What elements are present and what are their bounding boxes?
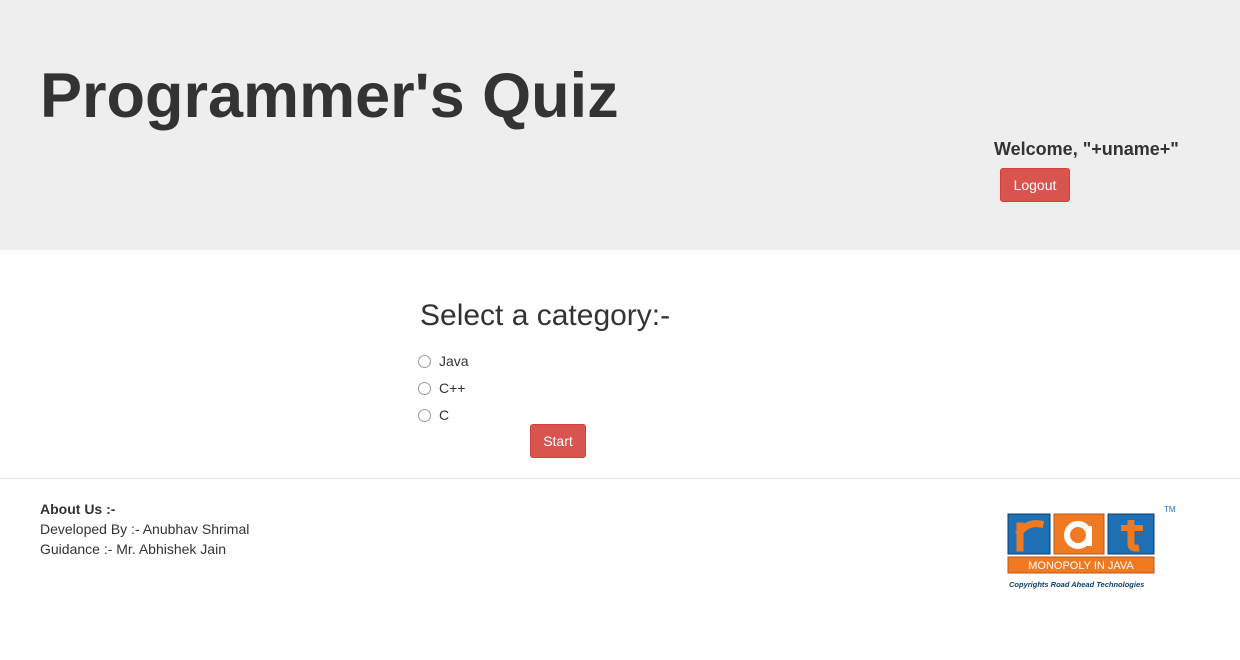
header-jumbotron: Programmer's Quiz Welcome, "+uname+" Log…	[0, 0, 1240, 250]
welcome-message: Welcome, "+uname+"	[994, 139, 1179, 159]
developer-credit: Developed By :- Anubhav Shrimal	[40, 521, 250, 537]
radio-c[interactable]	[418, 408, 431, 422]
rat-logo-graphic: MONOPOLY IN JAVA Copyrights Road Ahead T…	[1007, 505, 1176, 589]
start-button[interactable]: Start	[530, 424, 586, 458]
logo-copyright: Copyrights Road Ahead Technologies	[1009, 580, 1144, 589]
footer-divider	[0, 478, 1240, 479]
radio-cpp[interactable]	[418, 381, 431, 395]
page-title: Programmer's Quiz	[40, 61, 619, 131]
about-us-title: About Us :-	[40, 501, 116, 517]
category-option-c[interactable]: C	[418, 405, 449, 425]
guidance-credit: Guidance :- Mr. Abhishek Jain	[40, 541, 226, 557]
radio-label-java: Java	[439, 353, 469, 369]
logout-button[interactable]: Logout	[1000, 168, 1070, 202]
rat-logo: MONOPOLY IN JAVA Copyrights Road Ahead T…	[1006, 502, 1184, 594]
radio-label-cpp: C++	[439, 380, 466, 396]
radio-java[interactable]	[418, 354, 431, 368]
radio-label-c: C	[439, 407, 450, 423]
logo-tagline: MONOPOLY IN JAVA	[1028, 560, 1134, 572]
trademark-mark: TM	[1164, 505, 1176, 514]
category-option-cpp[interactable]: C++	[418, 378, 465, 398]
category-option-java[interactable]: Java	[418, 351, 469, 371]
category-heading: Select a category:-	[420, 299, 671, 332]
